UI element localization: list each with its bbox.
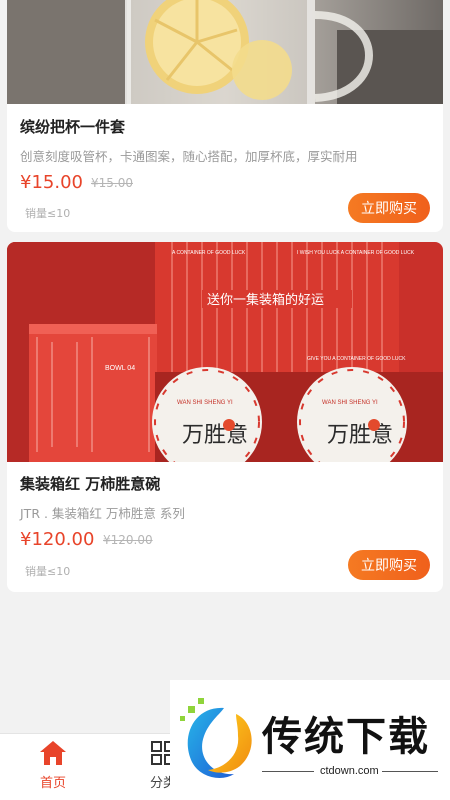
product-description: 创意刻度吸管杯，卡通图案，随心搭配，加厚杯底，厚实耐用: [20, 149, 358, 164]
product-title[interactable]: 集装箱红 万柿胜意碗: [20, 473, 160, 494]
product-description: JTR . 集装箱红 万柿胜意 系列: [20, 506, 185, 521]
product-title[interactable]: 缤纷把杯一件套: [20, 116, 125, 137]
product-price: ¥120.00: [20, 529, 95, 550]
banner-text: 送你一集装箱的好运: [207, 292, 324, 308]
bowl-label: BOWL 04: [105, 365, 135, 372]
tab-label: 首页: [39, 776, 66, 791]
product-original-price: ¥120.00: [103, 533, 153, 547]
box-text-right: I WISH YOU LUCK A CONTAINER OF GOOD LUCK: [297, 250, 415, 256]
watermark-text: 传统下载: [262, 714, 430, 760]
watermark-domain: ctdown.com: [320, 765, 379, 777]
product-card[interactable]: 缤纷把杯一件套 创意刻度吸管杯，卡通图案，随心搭配，加厚杯底，厚实耐用 ¥15.…: [7, 0, 443, 232]
plate-pinyin: WAN SHI SHENG YI: [177, 400, 233, 406]
buy-now-button[interactable]: 立即购买: [348, 193, 430, 223]
logo-icon: [180, 698, 252, 778]
box-text-bottom: GIVE YOU A CONTAINER OF GOOD LUCK: [307, 356, 406, 362]
watermark-logo: 传统下载 ctdown.com: [170, 680, 450, 800]
product-sales: 销量≤10: [25, 565, 71, 578]
product-card[interactable]: A CONTAINER OF GOOD LUCK I WISH YOU LUCK…: [7, 242, 443, 592]
plate-pinyin: WAN SHI SHENG YI: [322, 400, 378, 406]
product-image[interactable]: A CONTAINER OF GOOD LUCK I WISH YOU LUCK…: [7, 242, 443, 462]
home-icon: [40, 741, 66, 765]
plate-chars: 万胜意: [182, 423, 248, 448]
buy-now-button[interactable]: 立即购买: [348, 550, 430, 580]
plate-chars: 万胜意: [327, 423, 393, 448]
product-sales: 销量≤10: [25, 207, 71, 220]
tab-home[interactable]: 首页: [23, 740, 83, 796]
box-text-left: A CONTAINER OF GOOD LUCK: [172, 250, 246, 256]
product-original-price: ¥15.00: [91, 176, 133, 190]
product-image[interactable]: [7, 0, 443, 104]
product-price: ¥15.00: [20, 172, 83, 193]
